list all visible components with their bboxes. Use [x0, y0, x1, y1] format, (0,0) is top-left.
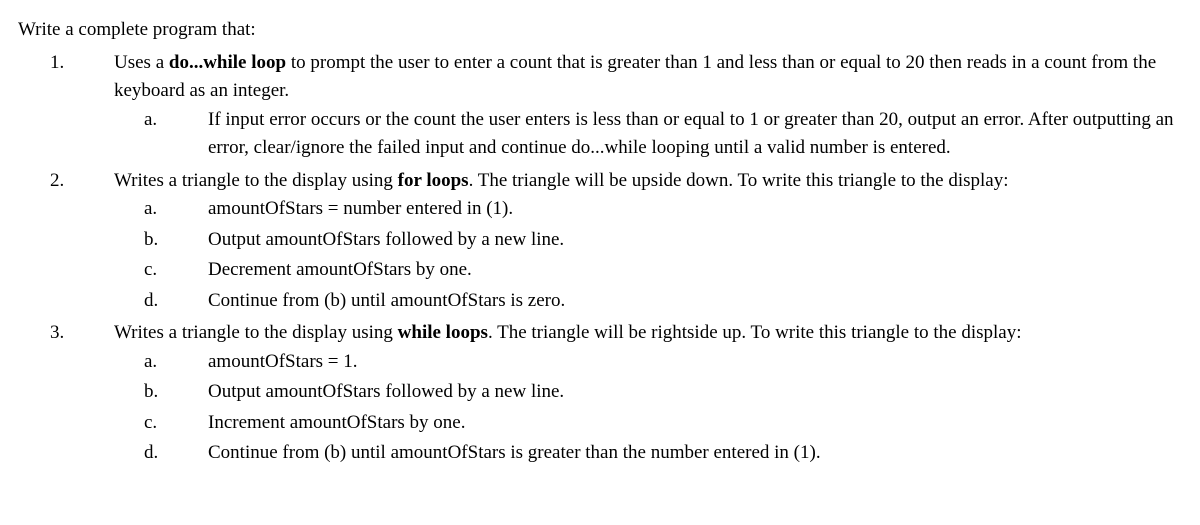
sub-letter: a.	[114, 195, 208, 224]
sub-item: b. Output amountOfStars followed by a ne…	[114, 226, 1182, 255]
sub-letter: d.	[114, 287, 208, 316]
sub-letter: d.	[114, 439, 208, 468]
text-bold: do...while loop	[169, 52, 286, 73]
sub-letter: c.	[114, 256, 208, 285]
sub-letter: c.	[114, 409, 208, 438]
text-bold: while loops	[398, 322, 488, 343]
sub-text: Decrement amountOfStars by one.	[208, 256, 1182, 285]
sub-text: If input error occurs or the count the u…	[208, 106, 1182, 163]
intro-text: Write a complete program that:	[18, 16, 1182, 45]
sub-text: amountOfStars = number entered in (1).	[208, 195, 1182, 224]
sub-item: a. If input error occurs or the count th…	[114, 106, 1182, 163]
list-item: 3. Writes a triangle to the display usin…	[18, 319, 1182, 470]
text-bold: for loops	[398, 170, 469, 191]
text-post: . The triangle will be rightside up. To …	[488, 322, 1022, 343]
item-number: 1.	[18, 49, 114, 165]
main-list: 1. Uses a do...while loop to prompt the …	[18, 49, 1182, 470]
sub-text: amountOfStars = 1.	[208, 348, 1182, 377]
text-pre: Uses a	[114, 52, 169, 73]
sub-item: a. amountOfStars = number entered in (1)…	[114, 195, 1182, 224]
sub-letter: b.	[114, 378, 208, 407]
sub-text: Output amountOfStars followed by a new l…	[208, 378, 1182, 407]
item-content: Writes a triangle to the display using w…	[114, 319, 1182, 470]
list-item: 1. Uses a do...while loop to prompt the …	[18, 49, 1182, 165]
sub-text: Increment amountOfStars by one.	[208, 409, 1182, 438]
sub-item: b. Output amountOfStars followed by a ne…	[114, 378, 1182, 407]
sub-list: a. If input error occurs or the count th…	[114, 106, 1182, 163]
item-number: 2.	[18, 167, 114, 318]
sub-text: Continue from (b) until amountOfStars is…	[208, 287, 1182, 316]
text-pre: Writes a triangle to the display using	[114, 170, 398, 191]
sub-list: a. amountOfStars = number entered in (1)…	[114, 195, 1182, 315]
sub-letter: b.	[114, 226, 208, 255]
list-item: 2. Writes a triangle to the display usin…	[18, 167, 1182, 318]
sub-text: Continue from (b) until amountOfStars is…	[208, 439, 1182, 468]
sub-list: a. amountOfStars = 1. b. Output amountOf…	[114, 348, 1182, 468]
text-pre: Writes a triangle to the display using	[114, 322, 398, 343]
sub-item: c. Increment amountOfStars by one.	[114, 409, 1182, 438]
sub-item: c. Decrement amountOfStars by one.	[114, 256, 1182, 285]
text-post: . The triangle will be upside down. To w…	[469, 170, 1009, 191]
item-content: Uses a do...while loop to prompt the use…	[114, 49, 1182, 165]
sub-text: Output amountOfStars followed by a new l…	[208, 226, 1182, 255]
sub-item: d. Continue from (b) until amountOfStars…	[114, 439, 1182, 468]
sub-letter: a.	[114, 106, 208, 163]
item-number: 3.	[18, 319, 114, 470]
item-content: Writes a triangle to the display using f…	[114, 167, 1182, 318]
sub-item: a. amountOfStars = 1.	[114, 348, 1182, 377]
sub-letter: a.	[114, 348, 208, 377]
sub-item: d. Continue from (b) until amountOfStars…	[114, 287, 1182, 316]
